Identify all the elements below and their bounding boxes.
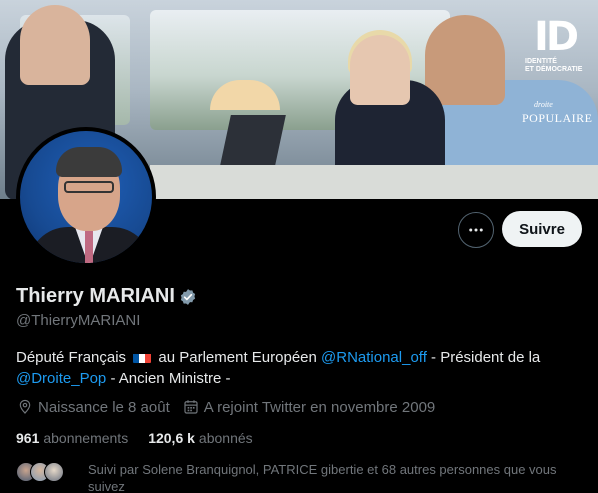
droite-populaire-logo: droite POPULAIRE bbox=[522, 100, 593, 127]
profile-name-row: Thierry MARIANI bbox=[16, 285, 197, 308]
followers-link[interactable]: 120,6 k abonnés bbox=[148, 430, 252, 446]
profile-avatar[interactable] bbox=[16, 127, 156, 267]
follow-button[interactable]: Suivre bbox=[502, 211, 582, 247]
bio-mention-link[interactable]: @RNational_off bbox=[321, 349, 427, 366]
following-count: 961 bbox=[16, 430, 40, 446]
bio-text: au Parlement Européen bbox=[158, 349, 317, 366]
id-logo-mark: ID bbox=[533, 14, 579, 60]
following-link[interactable]: 961 abonnements bbox=[16, 430, 128, 446]
birthday-item: Naissance le 8 août bbox=[16, 398, 170, 416]
joined-text: A rejoint Twitter en novembre 2009 bbox=[203, 398, 436, 416]
id-logo-text-2: ET DÉMOCRATIE bbox=[525, 66, 583, 73]
location-pin-icon bbox=[19, 399, 31, 414]
bio-text: Député Français bbox=[16, 349, 127, 366]
banner-table bbox=[150, 165, 598, 199]
avatar-tie bbox=[85, 231, 93, 263]
france-flag-icon bbox=[133, 351, 152, 363]
banner-person-head bbox=[425, 15, 505, 105]
more-horizontal-icon bbox=[469, 228, 483, 232]
birthday-text: Naissance le 8 août bbox=[38, 398, 170, 416]
id-logo-text-1: IDENTITÉ bbox=[525, 58, 557, 65]
profile-bio: Député Français au Parlement Européen @R… bbox=[16, 347, 576, 389]
banner-laptop bbox=[219, 115, 286, 170]
more-options-button[interactable] bbox=[458, 212, 494, 248]
banner-person-head bbox=[350, 35, 410, 105]
profile-name: Thierry MARIANI bbox=[16, 285, 175, 307]
bio-text: - Ancien Ministre - bbox=[110, 370, 231, 387]
bio-mention-link[interactable]: @Droite_Pop bbox=[16, 370, 106, 387]
brand-big-text: POPULAIRE bbox=[522, 111, 593, 125]
followers-count: 120,6 k bbox=[148, 430, 195, 446]
avatar bbox=[44, 462, 64, 482]
id-logo: ID IDENTITÉ ET DÉMOCRATIE bbox=[520, 16, 590, 74]
joined-item: A rejoint Twitter en novembre 2009 bbox=[182, 398, 436, 416]
follower-avatars bbox=[16, 462, 74, 482]
followed-by-text: Suivi par Solene Branquignol, PATRICE gi… bbox=[88, 462, 557, 493]
profile-handle: @ThierryMARIANI bbox=[16, 312, 141, 329]
avatar-glasses bbox=[64, 181, 114, 193]
calendar-icon bbox=[184, 400, 198, 414]
followed-by-row[interactable]: Suivi par Solene Branquignol, PATRICE gi… bbox=[16, 461, 568, 493]
followers-label: abonnés bbox=[198, 430, 253, 446]
following-label: abonnements bbox=[43, 430, 129, 446]
follow-counts: 961 abonnements 120,6 k abonnés bbox=[16, 430, 273, 446]
profile-meta: Naissance le 8 août A rejoint Twitter en… bbox=[16, 398, 447, 416]
brand-small-text: droite bbox=[534, 100, 553, 109]
banner-person-head bbox=[20, 5, 90, 85]
verified-badge-icon[interactable] bbox=[179, 288, 197, 306]
avatar-hair bbox=[56, 147, 122, 177]
bio-text: - Président de la bbox=[431, 349, 541, 366]
